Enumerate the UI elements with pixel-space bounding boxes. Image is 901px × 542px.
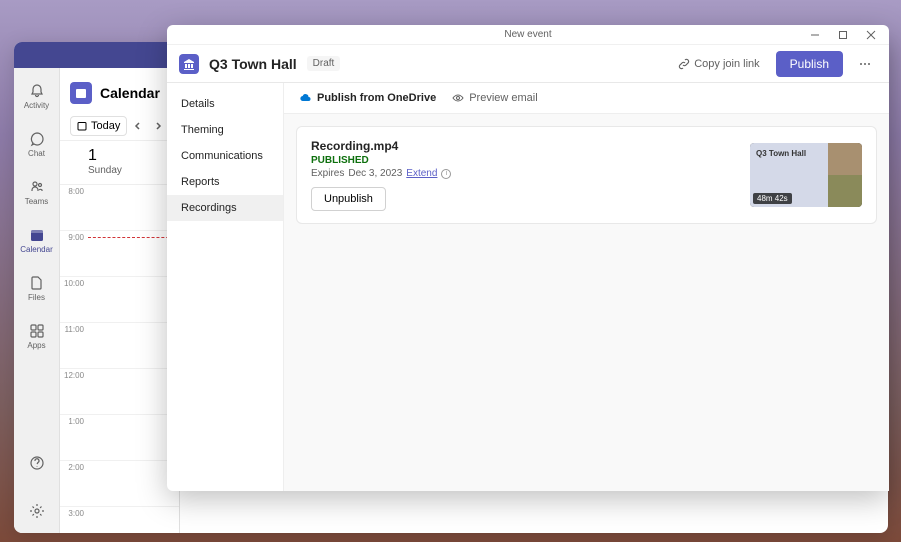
time-label: 2:00 <box>60 461 88 506</box>
nav-communications[interactable]: Communications <box>167 143 283 169</box>
modal-titlebar: New event <box>167 25 889 45</box>
event-side-nav: Details Theming Communications Reports R… <box>167 83 283 491</box>
day-name: Sunday <box>88 165 169 176</box>
window-title: New event <box>504 29 551 40</box>
more-icon <box>858 57 872 71</box>
teams-icon <box>29 179 45 195</box>
rail-activity[interactable]: Activity <box>17 74 57 118</box>
close-icon <box>866 30 876 40</box>
cloud-icon <box>298 91 312 105</box>
link-icon <box>678 58 690 70</box>
close-button[interactable] <box>857 26 885 44</box>
nav-details[interactable]: Details <box>167 91 283 117</box>
bell-icon <box>29 83 45 99</box>
app-rail: Activity Chat Teams Calendar Files Apps <box>14 42 60 533</box>
rail-label: Files <box>28 293 45 302</box>
chevron-right-icon <box>153 121 163 131</box>
nav-recordings[interactable]: Recordings <box>167 195 283 221</box>
recording-card: Recording.mp4 PUBLISHED Expires Dec 3, 2… <box>296 126 877 224</box>
publish-button[interactable]: Publish <box>776 51 843 77</box>
draft-badge: Draft <box>307 56 341 71</box>
rail-label: Calendar <box>20 245 52 254</box>
rail-label: Apps <box>27 341 45 350</box>
modal-body: Details Theming Communications Reports R… <box>167 83 889 491</box>
window-controls <box>801 26 885 44</box>
recording-status: PUBLISHED <box>311 155 738 166</box>
chevron-left-icon <box>133 121 143 131</box>
modal-header: Q3 Town Hall Draft Copy join link Publis… <box>167 45 889 83</box>
expiry-prefix: Expires <box>311 168 344 179</box>
nav-theming[interactable]: Theming <box>167 117 283 143</box>
prev-button[interactable] <box>129 117 147 135</box>
time-label: 12:00 <box>60 369 88 414</box>
minimize-button[interactable] <box>801 26 829 44</box>
rail-files[interactable]: Files <box>17 266 57 310</box>
tab-preview-label: Preview email <box>469 92 537 104</box>
townhall-icon <box>179 54 199 74</box>
calendar-icon <box>29 227 45 243</box>
rail-chat[interactable]: Chat <box>17 122 57 166</box>
next-button[interactable] <box>149 117 167 135</box>
participant-tile <box>828 175 862 207</box>
calendar-title: Calendar <box>100 85 160 101</box>
tab-preview-email[interactable]: Preview email <box>452 92 537 104</box>
rail-label: Activity <box>24 101 49 110</box>
copy-join-link[interactable]: Copy join link <box>672 54 765 74</box>
eye-icon <box>452 92 464 104</box>
participant-tile <box>828 143 862 175</box>
copy-link-label: Copy join link <box>694 58 759 70</box>
recording-info: Recording.mp4 PUBLISHED Expires Dec 3, 2… <box>311 139 738 211</box>
time-label: 8:00 <box>60 185 88 230</box>
recording-filename: Recording.mp4 <box>311 139 738 153</box>
calendar-header: Calendar <box>60 74 179 112</box>
recording-duration: 48m 42s <box>753 193 792 204</box>
day-number: 1 <box>88 147 169 165</box>
rail-apps[interactable]: Apps <box>17 314 57 358</box>
rail-teams[interactable]: Teams <box>17 170 57 214</box>
time-label: 3:00 <box>60 507 88 533</box>
time-label: 11:00 <box>60 323 88 368</box>
calendar-small-icon <box>77 121 87 131</box>
nav-reports[interactable]: Reports <box>167 169 283 195</box>
content-tabs: Publish from OneDrive Preview email <box>284 83 889 114</box>
time-label: 10:00 <box>60 277 88 322</box>
today-label: Today <box>91 120 120 132</box>
thumb-title: Q3 Town Hall <box>756 149 822 159</box>
now-indicator <box>88 237 179 238</box>
thumb-video-tiles <box>828 143 862 207</box>
extend-link[interactable]: Extend <box>406 168 437 179</box>
recording-expiry: Expires Dec 3, 2023 Extend i <box>311 168 738 179</box>
time-label: 9:00 <box>60 231 88 276</box>
rail-label: Chat <box>28 149 45 158</box>
info-icon[interactable]: i <box>441 169 451 179</box>
rail-help[interactable] <box>17 441 57 485</box>
apps-icon <box>29 323 45 339</box>
event-title: Q3 Town Hall <box>209 56 297 72</box>
today-button[interactable]: Today <box>70 116 127 136</box>
tab-publish-onedrive[interactable]: Publish from OneDrive <box>298 91 436 105</box>
more-options-button[interactable] <box>853 52 877 76</box>
help-icon <box>29 455 45 471</box>
tab-publish-label: Publish from OneDrive <box>317 92 436 104</box>
maximize-button[interactable] <box>829 26 857 44</box>
calendar-app-icon <box>70 82 92 104</box>
rail-label: Teams <box>25 197 49 206</box>
minimize-icon <box>810 30 820 40</box>
rail-settings[interactable] <box>17 489 57 533</box>
rail-calendar[interactable]: Calendar <box>17 218 57 262</box>
time-grid[interactable]: 8:00 9:00 10:00 11:00 12:00 1:00 2:00 3:… <box>60 185 179 533</box>
calendar-toolbar: Today <box>60 112 179 141</box>
time-label: 1:00 <box>60 415 88 460</box>
day-header: 1 Sunday <box>60 141 179 185</box>
maximize-icon <box>838 30 848 40</box>
unpublish-button[interactable]: Unpublish <box>311 187 386 211</box>
gear-icon <box>29 503 45 519</box>
chat-icon <box>29 131 45 147</box>
content-area: Publish from OneDrive Preview email Reco… <box>283 83 889 491</box>
files-icon <box>29 275 45 291</box>
expiry-date: Dec 3, 2023 <box>348 168 402 179</box>
recording-thumbnail[interactable]: Q3 Town Hall 48m 42s <box>750 143 862 207</box>
event-modal: New event Q3 Town Hall Draft Copy join l… <box>167 25 889 491</box>
calendar-panel: Calendar Today 1 Sunday 8:00 9:00 10:00 … <box>60 42 180 533</box>
